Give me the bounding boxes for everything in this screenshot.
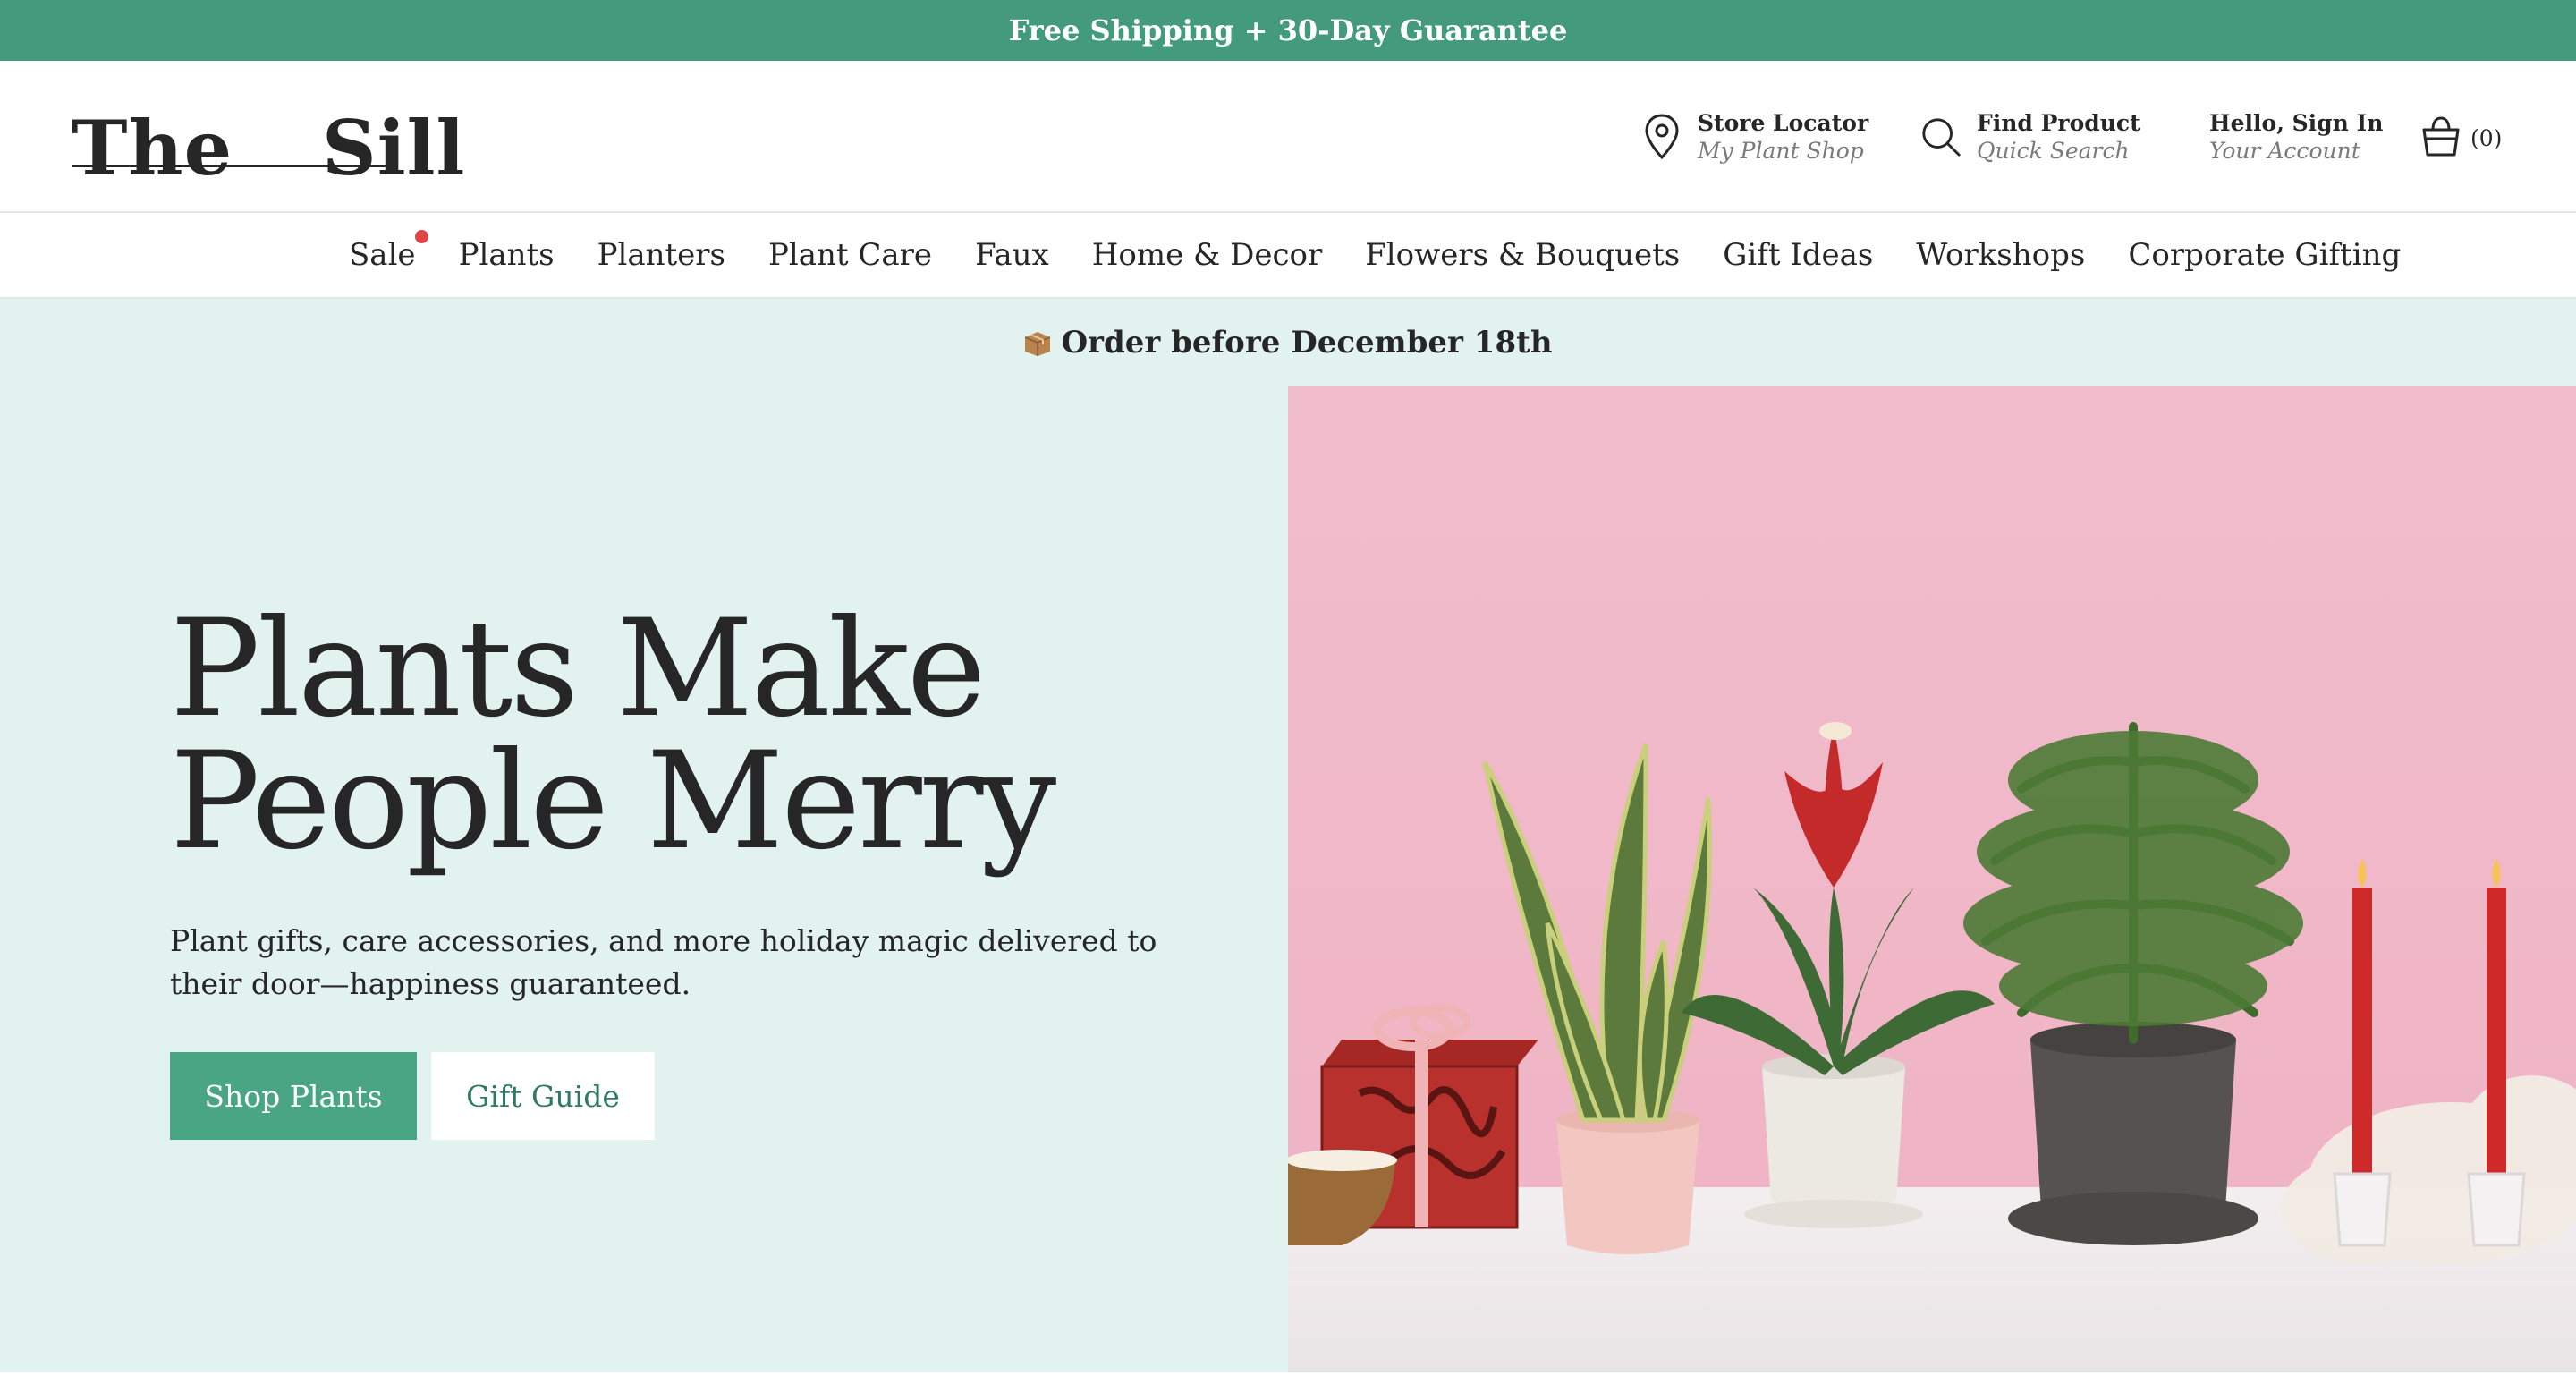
hero-product-photo	[1286, 386, 2576, 1372]
sale-indicator-dot	[414, 230, 428, 243]
nav-item-home-decor[interactable]: Home & Decor	[1092, 237, 1323, 273]
nav-item-flowers-bouquets[interactable]: Flowers & Bouquets	[1365, 237, 1680, 273]
find-product-subtitle: Quick Search	[1977, 138, 2130, 164]
order-deadline-banner: Order before December 18th	[0, 299, 2576, 386]
logo[interactable]: The Sill	[72, 88, 465, 186]
site-header: The Sill Store Locator My Plant Shop Fin…	[0, 61, 2576, 211]
hero-section: Order before December 18th Plants Make P…	[0, 299, 2576, 1372]
account-subtitle: Your Account	[2209, 138, 2360, 164]
nav-item-sale[interactable]: Sale	[349, 230, 428, 273]
package-icon	[1023, 329, 1052, 356]
promo-banner: Free Shipping + 30-Day Guarantee	[0, 0, 2576, 61]
logo-word-sill: Sill	[322, 104, 466, 192]
nav-item-gift-ideas[interactable]: Gift Ideas	[1723, 237, 1873, 273]
find-product-title: Find Product	[1977, 109, 2140, 136]
account-link[interactable]: Hello, Sign In Your Account	[2209, 106, 2383, 168]
nav-item-corporate-gifting[interactable]: Corporate Gifting	[2128, 237, 2401, 273]
nav-item-planters[interactable]: Planters	[597, 237, 725, 273]
main-nav: Sale Plants Planters Plant Care Faux Hom…	[0, 211, 2576, 299]
search-icon	[1919, 112, 1962, 162]
hero-headline: Plants Make People Merry	[170, 591, 1243, 879]
promo-text: Free Shipping + 30-Day Guarantee	[1008, 13, 1568, 47]
hero-headline-line-1: Plants Make	[170, 591, 987, 747]
find-product-link[interactable]: Find Product Quick Search	[1919, 106, 2140, 168]
location-pin-icon	[1640, 112, 1683, 162]
store-locator-title: Store Locator	[1698, 109, 1869, 136]
logo-underline	[72, 165, 397, 167]
basket-icon	[2420, 114, 2462, 162]
hero-headline-line-2: People Merry	[170, 724, 1056, 879]
store-locator-subtitle: My Plant Shop	[1698, 138, 1864, 164]
order-deadline-text: Order before December 18th	[1061, 325, 1553, 361]
logo-word-the: The	[72, 104, 233, 192]
nav-item-workshops[interactable]: Workshops	[1916, 237, 2085, 273]
gift-guide-button[interactable]: Gift Guide	[431, 1052, 655, 1140]
shop-plants-button[interactable]: Shop Plants	[170, 1052, 417, 1140]
nav-item-faux[interactable]: Faux	[975, 237, 1049, 273]
nav-item-plants[interactable]: Plants	[459, 237, 555, 273]
store-locator-link[interactable]: Store Locator My Plant Shop	[1640, 106, 1868, 168]
cart-count: (0)	[2470, 124, 2503, 151]
cart-button[interactable]: (0)	[2420, 113, 2502, 163]
nav-item-plant-care[interactable]: Plant Care	[768, 237, 932, 273]
account-greeting: Hello, Sign In	[2209, 109, 2384, 136]
hero-subcopy: Plant gifts, care accessories, and more …	[170, 923, 1157, 1001]
